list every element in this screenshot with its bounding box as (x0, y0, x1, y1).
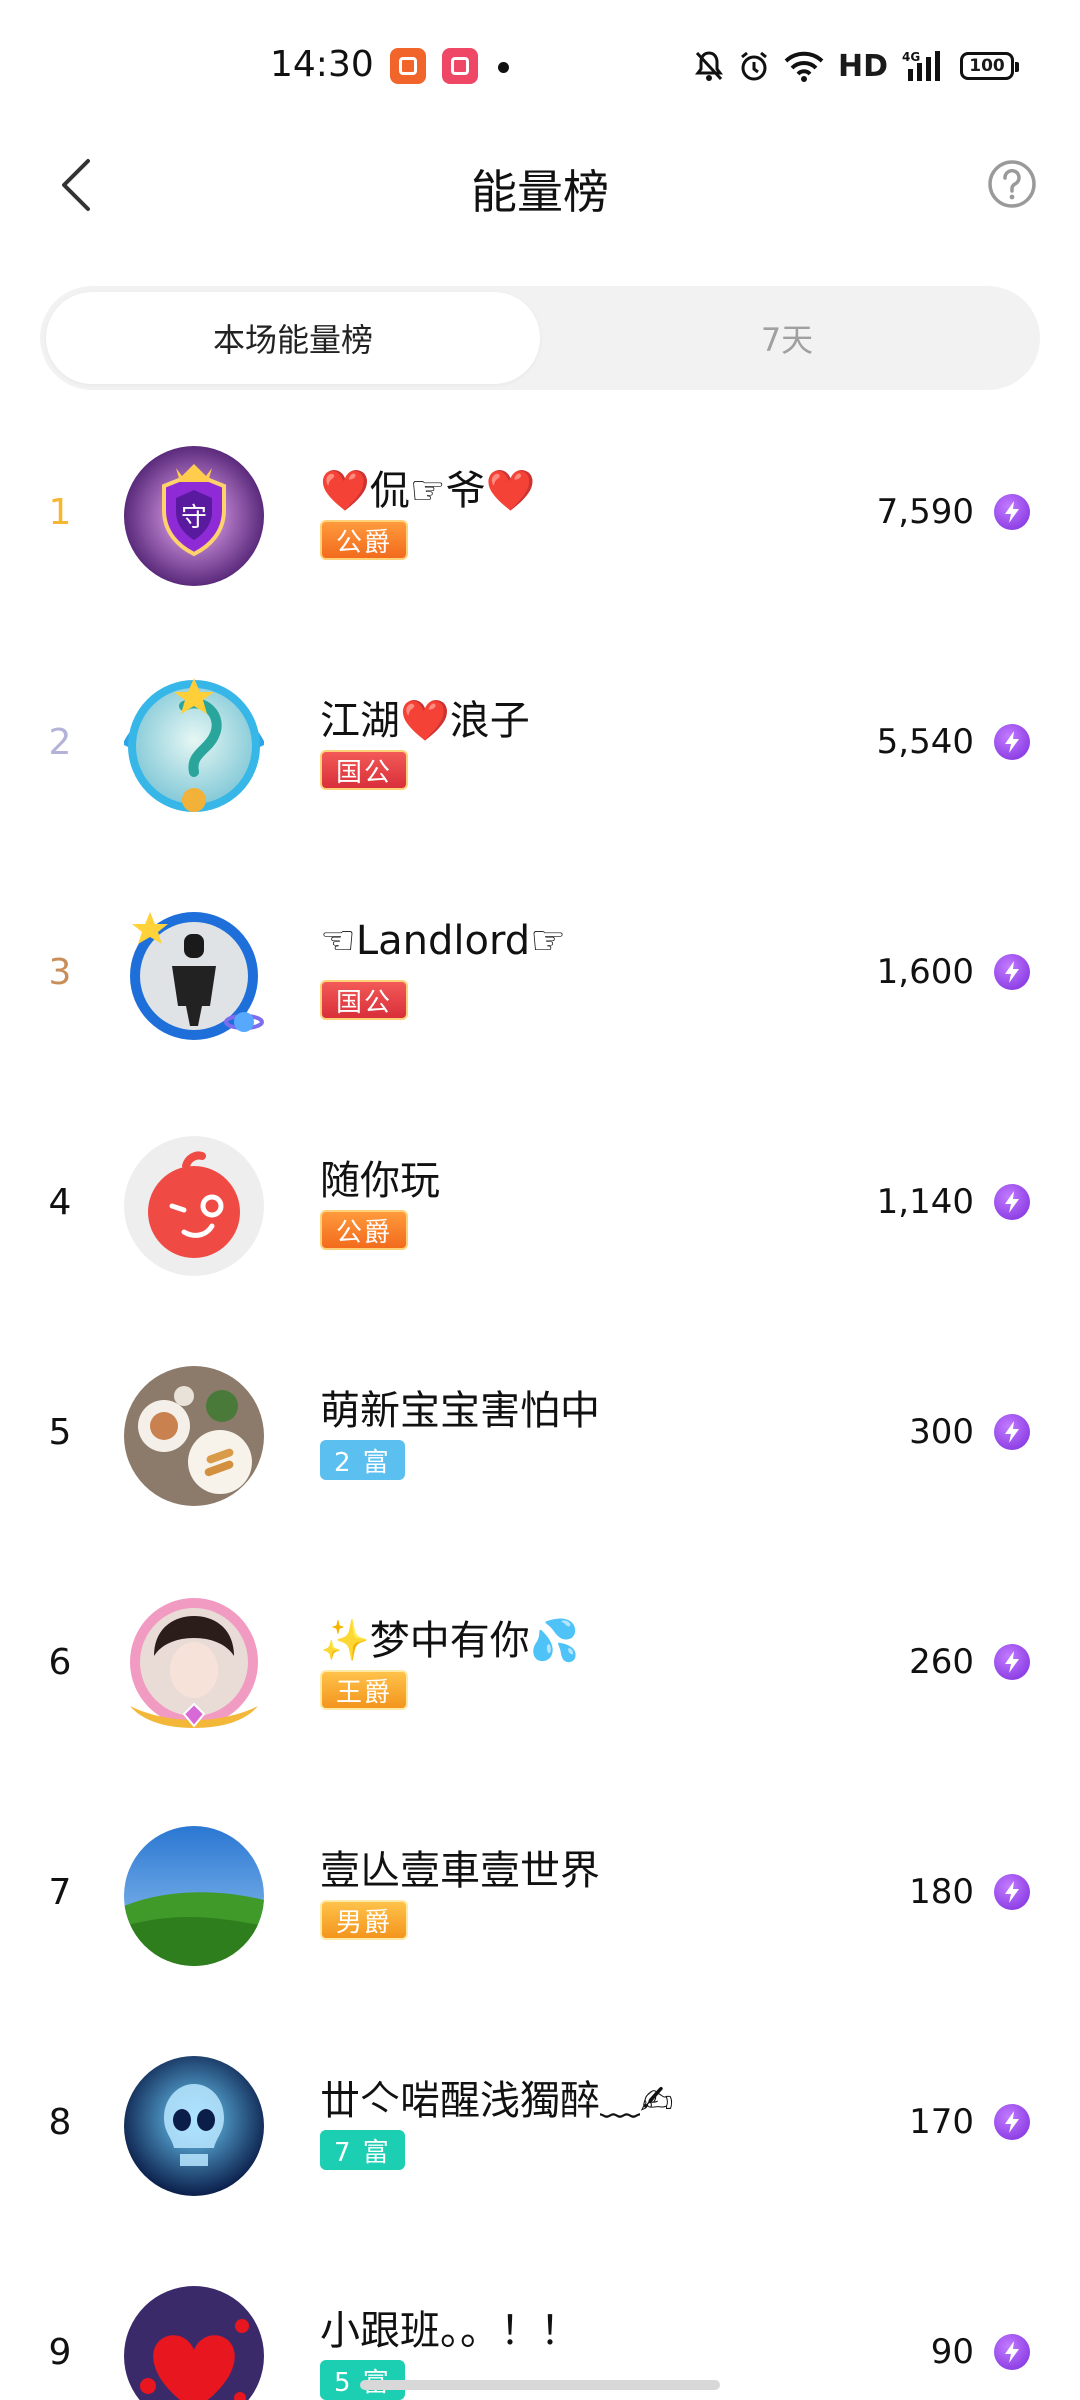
energy-score: 300 (909, 1412, 974, 1452)
avatar[interactable] (124, 2286, 264, 2400)
list-item[interactable]: 1 守 ❤️侃☞爷❤️ 公爵 7,590 (0, 400, 1080, 630)
rank-badge: 国公 (320, 750, 409, 790)
skull-avatar (124, 2056, 264, 2196)
lightning-bolt-icon (994, 1644, 1030, 1680)
status-time: 14:30 (270, 44, 374, 85)
energy-score: 1,600 (876, 952, 974, 992)
rank-badge: 公爵 (320, 520, 409, 560)
svg-text:守: 守 (181, 503, 207, 533)
wifi-icon (784, 51, 824, 82)
lightning-bolt-icon (994, 494, 1030, 530)
notification-app-icon (390, 48, 426, 84)
rank-badge: 男爵 (320, 1900, 409, 1940)
list-item[interactable]: 8 丗亽啱醒浅獨醉﹏✍ 7 富 170 (0, 2010, 1080, 2240)
user-nickname: 壹亾壹車壹世界 (320, 1848, 600, 1894)
energy-score: 7,590 (876, 492, 974, 532)
avatar[interactable] (124, 906, 264, 1046)
lightning-bolt-icon (994, 1414, 1030, 1450)
lightning-bolt-icon (994, 2334, 1030, 2370)
battery-icon: 100 (960, 52, 1019, 80)
lightning-bolt-icon (994, 1874, 1030, 1910)
svg-text:4G: 4G (902, 50, 920, 64)
rank-badge: 公爵 (320, 1210, 409, 1250)
list-item[interactable]: 7 壹亾壹車壹世界 男爵 180 (0, 1780, 1080, 2010)
status-bar: 14:30 HD 4G 100 (0, 0, 1080, 130)
signal-icon: 4G (902, 50, 940, 81)
avatar[interactable] (124, 1826, 264, 1966)
page-title: 能量榜 (471, 165, 609, 219)
more-notifications-dot (498, 62, 509, 73)
avatar[interactable] (124, 676, 264, 816)
energy-score: 180 (909, 1872, 974, 1912)
rank-number: 1 (48, 492, 72, 533)
planet-frame-avatar (130, 912, 264, 1040)
energy-score: 170 (909, 2102, 974, 2142)
user-nickname: ✨梦中有你💦 (320, 1618, 580, 1664)
home-indicator[interactable] (360, 2380, 720, 2390)
avatar[interactable]: 守 (124, 446, 264, 586)
status-icons: HD 4G 100 (694, 44, 1019, 88)
user-nickname: 丗亽啱醒浅獨醉﹏✍ (320, 2078, 674, 2124)
help-button[interactable] (980, 152, 1044, 216)
alarm-icon (741, 51, 767, 81)
food-photo-avatar (124, 1366, 264, 1506)
rank-number: 5 (48, 1412, 72, 1453)
tab-current-session[interactable]: 本场能量榜 (46, 292, 540, 384)
rank-badge: 王爵 (320, 1670, 409, 1710)
list-item[interactable]: 4 随你玩 公爵 1,140 (0, 1090, 1080, 1320)
energy-score: 1,140 (876, 1182, 974, 1222)
rank-number: 9 (48, 2332, 72, 2373)
user-nickname: ❤️侃☞爷❤️ (320, 468, 536, 514)
wealth-level-badge: 7 富 (320, 2130, 405, 2170)
user-nickname: 江湖❤️浪子 (320, 698, 530, 744)
lightning-bolt-icon (994, 2104, 1030, 2140)
hd-label: HD (837, 48, 888, 84)
rank-number: 2 (48, 722, 72, 763)
lightning-bolt-icon (994, 1184, 1030, 1220)
notification-app-icon-2 (442, 48, 478, 84)
heart-avatar (124, 2286, 264, 2400)
rank-number: 4 (48, 1182, 72, 1223)
lightning-bolt-icon (994, 724, 1030, 760)
list-item[interactable]: 2 江湖❤️浪子 国公 5,540 (0, 630, 1080, 860)
rank-number: 8 (48, 2102, 72, 2143)
dragon-frame-avatar (124, 678, 264, 812)
energy-score: 90 (930, 2332, 974, 2372)
avatar[interactable] (124, 2056, 264, 2196)
header: 能量榜 (0, 130, 1080, 240)
lightning-bolt-icon (994, 954, 1030, 990)
energy-score: 5,540 (876, 722, 974, 762)
user-nickname: 随你玩 (320, 1158, 440, 1204)
ranking-tabs: 本场能量榜 7天 (40, 286, 1040, 390)
tab-7-days[interactable]: 7天 (540, 292, 1034, 384)
rank-number: 3 (48, 952, 72, 993)
avatar[interactable] (124, 1136, 264, 1276)
mute-bell-icon (694, 51, 723, 81)
avatar[interactable] (124, 1596, 264, 1736)
rank-badge: 国公 (320, 980, 409, 1020)
pink-wing-frame-avatar (130, 1598, 258, 1728)
user-nickname: 小跟班。。！！ (320, 2308, 580, 2354)
list-item[interactable]: 5 萌新宝宝害怕中 2 富 300 (0, 1320, 1080, 1550)
rank-number: 7 (48, 1872, 72, 1913)
list-item[interactable]: 6 ✨梦中有你💦 王爵 260 (0, 1550, 1080, 1780)
list-item[interactable]: 3 ☜Landlord☞ 国公 1,600 (0, 860, 1080, 1090)
default-wink-avatar (124, 1136, 264, 1276)
wealth-level-badge: 2 富 (320, 1440, 405, 1480)
user-nickname: ☜Landlord☞ (320, 918, 566, 964)
rank-number: 6 (48, 1642, 72, 1683)
green-field-avatar (124, 1826, 264, 1966)
user-nickname: 萌新宝宝害怕中 (320, 1388, 600, 1434)
question-circle-icon (988, 160, 1036, 208)
ranking-list: 1 守 ❤️侃☞爷❤️ 公爵 7,590 2 江湖❤️浪子 国公 5,540 3… (0, 400, 1080, 2400)
energy-score: 260 (909, 1642, 974, 1682)
avatar[interactable] (124, 1366, 264, 1506)
list-item[interactable]: 9 小跟班。。！！ 5 富 90 (0, 2240, 1080, 2400)
guardian-shield-avatar: 守 (124, 446, 264, 586)
